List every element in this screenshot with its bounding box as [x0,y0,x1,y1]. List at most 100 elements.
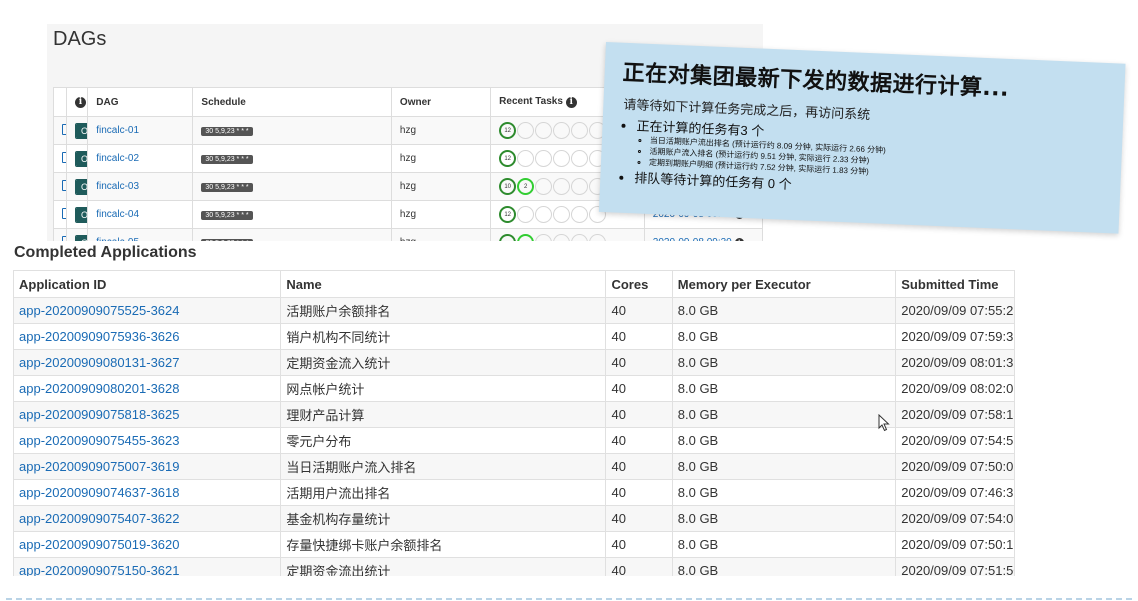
header-memory[interactable]: Memory per Executor [671,270,897,298]
header-application-id[interactable]: Application ID [13,270,282,298]
submitted-time-cell: 2020/09/09 07:51:50 [895,557,1015,576]
info-icon: i [74,97,86,108]
toggle-label: On [75,179,87,194]
application-id-link[interactable]: app-20200909075007-3619 [19,459,180,474]
dag-toggle[interactable]: On [74,150,87,167]
application-id-link[interactable]: app-20200909075407-3622 [19,511,180,526]
task-state-circle[interactable]: 10 [499,178,517,195]
toggle-label: On [75,151,87,166]
dag-cell: fincalc-01 [87,116,194,145]
task-state-circle[interactable] [535,122,553,139]
task-state-circle[interactable] [517,122,535,139]
task-state-circle[interactable] [517,234,535,241]
task-state-circle[interactable] [517,150,535,167]
task-state-circle[interactable] [535,234,553,241]
task-state-circle[interactable] [535,150,553,167]
app-name-cell: 零元户分布 [280,427,607,454]
header-dag[interactable]: DAG [87,87,194,117]
app-id-cell: app-20200909075936-3626 [13,323,282,350]
memory-cell: 8.0 GB [671,479,897,506]
table-row: app-20200909075007-3619 当日活期账户流入排名 40 8.0 G… [13,453,1015,480]
dag-link[interactable]: fincalc-02 [96,153,139,164]
application-id-link[interactable]: app-20200909080201-3628 [19,381,180,396]
application-id-link[interactable]: app-20200909075818-3625 [19,407,180,422]
app-name-cell: 活期用户流出排名 [280,479,607,506]
edit-cell [53,200,67,229]
edit-icon[interactable] [62,123,66,135]
schedule-cell: 30 5,9,23 * * * [192,172,392,201]
task-state-circle[interactable] [553,206,571,223]
memory-cell: 8.0 GB [671,401,897,428]
dag-link[interactable]: fincalc-05 [96,237,139,241]
info-icon[interactable]: i [734,237,744,241]
table-row: app-20200909080201-3628 网点帐户统计 40 8.0 GB 202… [13,375,1015,402]
application-id-link[interactable]: app-20200909075019-3620 [19,537,180,552]
edit-icon[interactable] [62,179,66,191]
header-owner[interactable]: Owner [390,87,492,117]
app-name-cell: 网点帐户统计 [280,375,607,402]
app-name-cell: 理财产品计算 [280,401,607,428]
task-state-circle[interactable] [499,234,517,241]
app-id-cell: app-20200909075150-3621 [13,557,282,576]
task-state-circle[interactable] [571,234,589,241]
app-rows: app-20200909075525-3624 活期账户余额排名 40 8.0 GB 2… [13,297,1015,576]
memory-cell: 8.0 GB [671,505,897,532]
header-schedule[interactable]: Schedule [192,87,392,117]
memory-cell: 8.0 GB [671,297,897,324]
task-state-circle[interactable]: 12 [499,206,517,223]
dag-toggle[interactable]: On [74,122,87,139]
last-run-link[interactable]: 2020-09-08 09:30i [653,237,744,241]
apps-table-wrap: Application ID Name Cores Memory per Exe… [13,270,1015,576]
owner-cell: hzg [390,200,492,229]
application-id-link[interactable]: app-20200909074637-3618 [19,485,180,500]
notice-list: 正在计算的任务有3 个 当日活期账户流出排名 (预计运行约 8.09 分钟, 实… [620,115,887,197]
cores-cell: 40 [605,349,673,376]
task-state-circle[interactable] [571,206,589,223]
header-cores[interactable]: Cores [605,270,673,298]
task-state-circle[interactable] [553,234,571,241]
task-state-circle[interactable] [571,150,589,167]
submitted-time-cell: 2020/09/09 07:55:25 [895,297,1015,324]
task-state-circle[interactable] [553,178,571,195]
task-state-circle[interactable] [571,178,589,195]
header-name[interactable]: Name [280,270,607,298]
task-state-circle[interactable] [535,206,553,223]
application-id-link[interactable]: app-20200909075525-3624 [19,303,180,318]
application-id-link[interactable]: app-20200909080131-3627 [19,355,180,370]
task-state-circle[interactable] [517,206,535,223]
edit-icon[interactable] [62,207,66,219]
dag-link[interactable]: fincalc-03 [96,181,139,192]
application-id-link[interactable]: app-20200909075936-3626 [19,329,180,344]
header-submitted-time[interactable]: Submitted Time [895,270,1015,298]
dag-toggle[interactable]: On [74,178,87,195]
edit-icon[interactable] [62,151,66,163]
dag-link[interactable]: fincalc-01 [96,125,139,136]
cores-cell: 40 [605,401,673,428]
task-state-circle[interactable]: 12 [499,122,517,139]
toggle-cell: On [65,116,89,145]
task-state-circle[interactable]: 2 [517,178,535,195]
cores-cell: 40 [605,557,673,576]
task-state-circle[interactable] [553,122,571,139]
apps-table: Application ID Name Cores Memory per Exe… [13,270,1015,576]
task-state-circle[interactable]: 12 [499,150,517,167]
task-state-circle[interactable] [571,122,589,139]
schedule-cell: 30 5,9,23 * * * [192,200,392,229]
dag-toggle[interactable]: On [74,234,87,241]
task-state-circle[interactable] [535,178,553,195]
app-id-cell: app-20200909075455-3623 [13,427,282,454]
dag-cell: fincalc-02 [87,144,194,173]
submitted-time-cell: 2020/09/09 07:59:36 [895,323,1015,350]
table-row: app-20200909074637-3618 活期用户流出排名 40 8.0 GB 2… [13,479,1015,506]
task-state-circle[interactable] [589,234,607,241]
application-id-link[interactable]: app-20200909075150-3621 [19,563,180,576]
edit-icon[interactable] [62,235,66,241]
dag-link[interactable]: fincalc-04 [96,209,139,220]
task-state-circle[interactable] [553,150,571,167]
dag-toggle[interactable]: On [74,206,87,223]
app-name-cell: 定期资金流出统计 [280,557,607,576]
application-id-link[interactable]: app-20200909075455-3623 [19,433,180,448]
toggle-label: On [75,235,87,241]
submitted-time-cell: 2020/09/09 07:54:55 [895,427,1015,454]
computing-notice: 正在对集团最新下发的数据进行计算... 请等待如下计算任务完成之后，再访问系统 … [598,42,1126,234]
